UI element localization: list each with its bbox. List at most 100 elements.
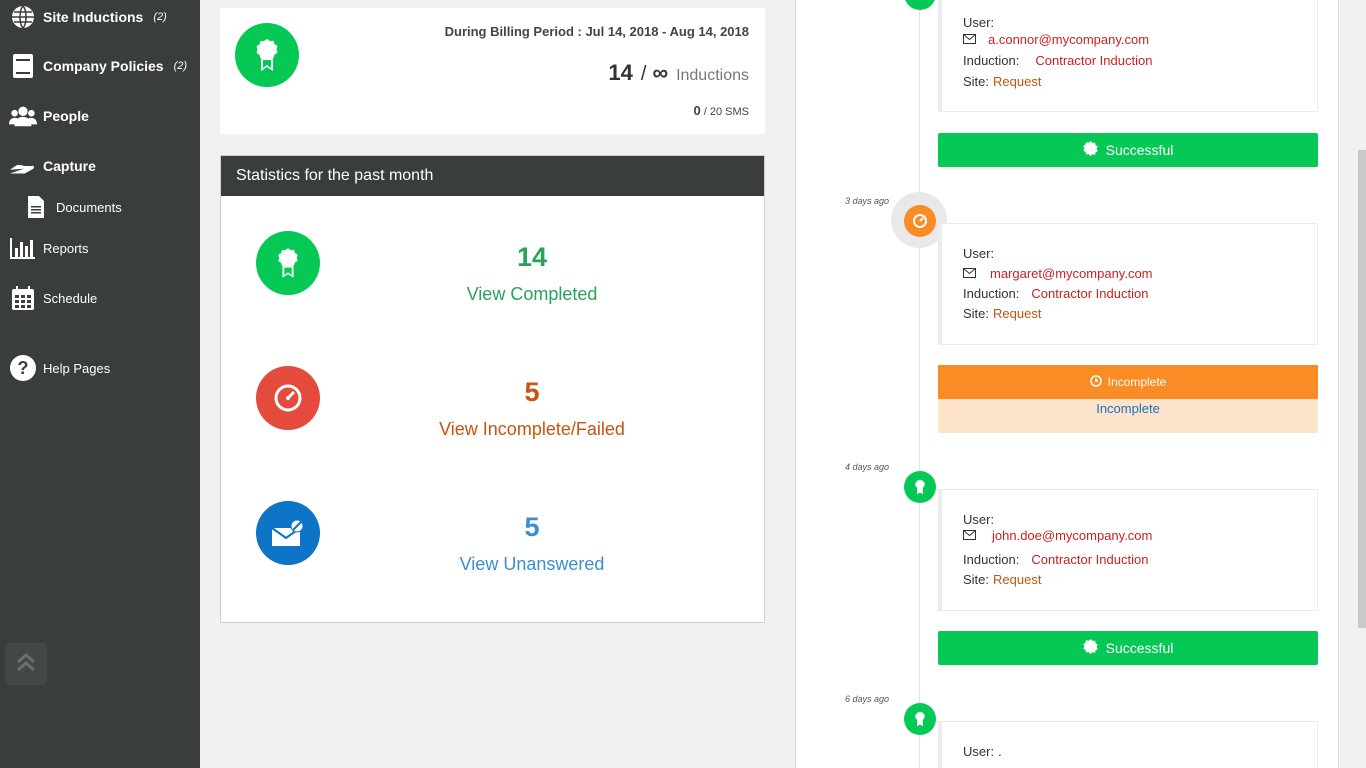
entry-email[interactable]: john.doe@mycompany.com bbox=[992, 528, 1152, 543]
timeline-entry: User: margaret@mycompany.com Induction: … bbox=[938, 223, 1318, 345]
entry-induction[interactable]: Contractor Induction bbox=[1031, 286, 1148, 301]
award-icon bbox=[904, 0, 936, 10]
entry-user-label: User: bbox=[963, 15, 995, 30]
award-icon bbox=[904, 703, 936, 735]
completed-count: 14 bbox=[516, 242, 548, 272]
status-label: Successful bbox=[1105, 640, 1174, 656]
entry-site-row: Site: Request bbox=[963, 306, 1041, 321]
entry-induction[interactable]: Contractor Induction bbox=[1035, 53, 1152, 68]
page-scrollbar[interactable] bbox=[1358, 150, 1366, 628]
sms-usage: 0 / 20 SMS bbox=[693, 103, 749, 118]
view-completed-link[interactable]: View Completed bbox=[382, 284, 682, 305]
status-successful-button[interactable]: Successful bbox=[938, 631, 1318, 665]
entry-site-row: Site: Request bbox=[963, 74, 1041, 89]
people-icon bbox=[9, 102, 37, 130]
timeline-entry: User: john.doe@mycompany.com Induction: … bbox=[938, 489, 1318, 611]
question-icon: ? bbox=[9, 354, 37, 382]
document-icon bbox=[22, 193, 50, 221]
view-incomplete-link[interactable]: View Incomplete/Failed bbox=[382, 419, 682, 440]
sidebar-item-label: Capture bbox=[43, 158, 96, 174]
view-unanswered-link[interactable]: View Unanswered bbox=[382, 554, 682, 575]
entry-site-label: Site: bbox=[963, 572, 990, 587]
sidebar-item-schedule[interactable]: Schedule bbox=[0, 284, 200, 312]
status-detail-link[interactable]: Incomplete bbox=[938, 399, 1318, 433]
status-label: Incomplete bbox=[1107, 375, 1167, 389]
entry-user-label: User: bbox=[963, 512, 995, 527]
sidebar-item-label: Documents bbox=[56, 199, 122, 215]
entry-user-row: User: . bbox=[963, 744, 1002, 759]
bar-chart-icon bbox=[9, 234, 37, 262]
award-icon bbox=[235, 23, 299, 87]
calendar-icon bbox=[9, 284, 37, 312]
sidebar-item-site-inductions[interactable]: Site Inductions (2) bbox=[0, 3, 200, 31]
entry-email-row: a.connor@mycompany.com bbox=[963, 32, 1149, 47]
unanswered-count: 5 bbox=[524, 512, 540, 542]
entry-email[interactable]: a.connor@mycompany.com bbox=[988, 32, 1149, 47]
hand-icon bbox=[9, 152, 37, 180]
status-incomplete: Incomplete Incomplete bbox=[938, 365, 1318, 433]
entry-user-label: User: bbox=[963, 744, 995, 759]
double-chevron-up-icon bbox=[15, 651, 37, 678]
entry-email[interactable]: . bbox=[998, 744, 1002, 759]
billing-summary-card: During Billing Period : Jul 14, 2018 - A… bbox=[220, 8, 765, 134]
globe-icon bbox=[9, 3, 37, 31]
sidebar-item-label: Reports bbox=[43, 240, 89, 256]
entry-site[interactable]: Request bbox=[993, 74, 1041, 89]
sidebar-item-company-policies[interactable]: Company Policies (2) bbox=[0, 52, 200, 80]
entry-email-row: margaret@mycompany.com bbox=[963, 266, 1153, 281]
scroll-to-top-button[interactable] bbox=[5, 643, 47, 685]
entry-induction-row: Induction: Contractor Induction bbox=[963, 286, 1148, 301]
entry-time: 4 days ago bbox=[845, 462, 890, 472]
sidebar-item-count: (2) bbox=[173, 60, 188, 72]
billing-period: During Billing Period : Jul 14, 2018 - A… bbox=[444, 24, 749, 39]
sidebar-item-people[interactable]: People bbox=[0, 102, 200, 130]
status-successful-button[interactable]: Successful bbox=[938, 133, 1318, 167]
timeline-line bbox=[919, 0, 920, 768]
gauge-icon bbox=[904, 205, 936, 237]
inductions-limit: ∞ bbox=[652, 60, 669, 85]
sidebar-item-count: (2) bbox=[153, 11, 167, 23]
statistics-panel: Statistics for the past month 14 View Co… bbox=[220, 155, 765, 623]
sidebar-item-capture[interactable]: Capture bbox=[0, 152, 200, 180]
sidebar: Site Inductions (2) Company Policies (2)… bbox=[0, 0, 200, 768]
incomplete-count: 5 bbox=[524, 377, 540, 407]
book-icon bbox=[9, 52, 37, 80]
inductions-count: 14 / ∞ Inductions bbox=[608, 60, 749, 86]
inductions-used: 14 bbox=[608, 60, 633, 85]
svg-text:?: ? bbox=[18, 358, 29, 378]
status-label: Successful bbox=[1105, 142, 1174, 158]
sidebar-item-label: Help Pages bbox=[43, 360, 111, 376]
inductions-separator: / bbox=[640, 63, 647, 85]
sidebar-item-documents[interactable]: Documents bbox=[0, 193, 200, 221]
timeline-entry: User: . bbox=[938, 721, 1318, 768]
award-icon bbox=[904, 471, 936, 503]
sidebar-item-help-pages[interactable]: ? Help Pages bbox=[0, 354, 200, 382]
gauge-icon bbox=[256, 366, 320, 430]
entry-induction[interactable]: Contractor Induction bbox=[1031, 552, 1148, 567]
envelope-icon bbox=[963, 32, 976, 47]
activity-timeline: User: a.connor@mycompany.com Induction: … bbox=[795, 0, 1339, 768]
entry-time: 6 days ago bbox=[845, 694, 890, 704]
entry-induction-label: Induction: bbox=[963, 286, 1020, 301]
entry-email[interactable]: margaret@mycompany.com bbox=[990, 266, 1153, 281]
entry-email-row: john.doe@mycompany.com bbox=[963, 528, 1152, 543]
entry-site-label: Site: bbox=[963, 74, 990, 89]
entry-site[interactable]: Request bbox=[993, 572, 1041, 587]
sidebar-item-label: Company Policies bbox=[43, 58, 164, 74]
badge-icon bbox=[1082, 141, 1098, 159]
badge-icon bbox=[1082, 639, 1098, 657]
entry-site[interactable]: Request bbox=[993, 306, 1041, 321]
award-icon bbox=[256, 231, 320, 295]
clock-icon bbox=[1089, 374, 1102, 390]
entry-site-label: Site: bbox=[963, 306, 990, 321]
entry-time: 3 days ago bbox=[845, 196, 890, 206]
sidebar-item-reports[interactable]: Reports bbox=[0, 234, 200, 262]
envelope-icon bbox=[963, 528, 976, 543]
sms-used: 0 bbox=[693, 103, 701, 118]
timeline-entry: User: a.connor@mycompany.com Induction: … bbox=[938, 0, 1318, 112]
sidebar-item-label: Schedule bbox=[43, 290, 98, 306]
status-incomplete-button[interactable]: Incomplete bbox=[938, 365, 1318, 399]
entry-induction-label: Induction: bbox=[963, 53, 1020, 68]
sidebar-item-label: Site Inductions bbox=[43, 9, 144, 25]
statistics-title: Statistics for the past month bbox=[221, 156, 764, 196]
